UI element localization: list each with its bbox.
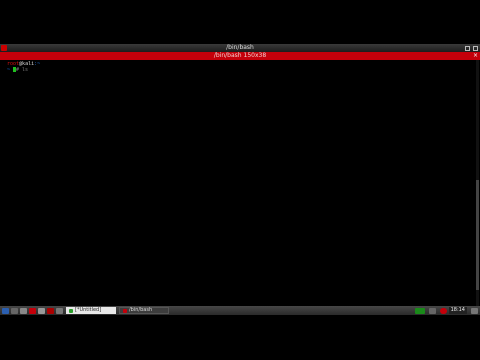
- tray-icon[interactable]: [471, 307, 478, 314]
- command-text: # ls: [16, 67, 29, 73]
- terminal-window: /bin/bash /bin/bash 150x38 × root@kali:~…: [0, 44, 480, 306]
- app-launcher-icon[interactable]: [47, 307, 54, 314]
- scrollbar[interactable]: [476, 60, 479, 306]
- minimize-icon[interactable]: [465, 45, 470, 51]
- window-title: /bin/bash: [226, 44, 254, 51]
- tab-bar: /bin/bash 150x38 ×: [0, 52, 480, 60]
- tab-bash[interactable]: /bin/bash 150x38: [214, 52, 266, 59]
- volume-icon[interactable]: [428, 307, 436, 314]
- prompt-path: :~: [34, 61, 41, 67]
- task-bash[interactable]: /bin/bash: [119, 307, 169, 314]
- menu-icon[interactable]: [2, 307, 9, 314]
- power-icon[interactable]: [439, 307, 447, 314]
- prompt-dir: ~: [7, 67, 11, 73]
- terminal-launcher-icon[interactable]: [20, 307, 27, 314]
- terminal-icon: [123, 308, 127, 313]
- network-icon[interactable]: [414, 307, 425, 314]
- scrollbar-thumb[interactable]: [476, 180, 479, 290]
- clock[interactable]: 18:14: [448, 307, 467, 314]
- task-label: [*Untitled]: [75, 307, 102, 313]
- task-label: /bin/bash: [129, 307, 153, 313]
- tab-close-icon[interactable]: ×: [473, 52, 478, 60]
- files-icon[interactable]: [38, 307, 45, 314]
- task-untitled[interactable]: [*Untitled]: [66, 307, 116, 314]
- taskbar: [*Untitled] /bin/bash 18:14: [0, 306, 480, 315]
- command-line: ~ # ls: [7, 67, 40, 73]
- editor-launcher-icon[interactable]: [56, 307, 63, 314]
- desktop-icon[interactable]: [11, 307, 18, 314]
- kali-icon[interactable]: [29, 307, 36, 314]
- system-tray: 18:14: [413, 307, 480, 314]
- editor-icon: [69, 308, 73, 313]
- terminal-output[interactable]: root@kali:~ ~ # ls: [7, 61, 40, 73]
- maximize-icon[interactable]: [473, 45, 478, 51]
- window-controls: [465, 44, 478, 52]
- app-icon[interactable]: [1, 45, 7, 51]
- window-titlebar[interactable]: /bin/bash: [0, 44, 480, 52]
